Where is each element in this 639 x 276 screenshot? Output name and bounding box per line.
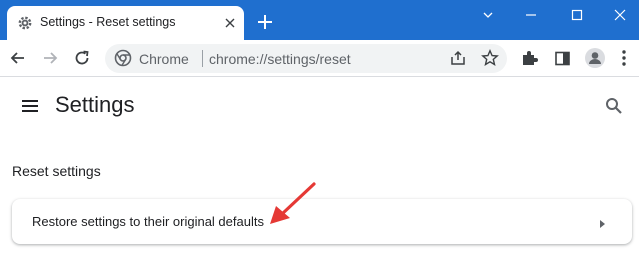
omnibox-url[interactable]: chrome://settings/reset <box>209 51 351 67</box>
kebab-menu-icon[interactable] <box>618 48 630 68</box>
annotation-arrow <box>262 178 322 228</box>
reload-icon[interactable] <box>72 48 92 68</box>
restore-defaults-row[interactable]: Restore settings to their original defau… <box>12 199 632 244</box>
chrome-logo-icon <box>114 49 132 67</box>
page-title: Settings <box>55 92 135 117</box>
hamburger-menu-icon[interactable] <box>20 96 40 116</box>
forward-icon[interactable] <box>40 48 60 68</box>
settings-header: Settings <box>0 78 639 134</box>
active-tab[interactable]: Settings - Reset settings <box>7 6 244 40</box>
browser-toolbar: Chrome chrome://settings/reset <box>0 40 639 77</box>
side-panel-icon[interactable] <box>553 49 572 68</box>
new-tab-icon[interactable] <box>255 12 275 32</box>
omnibox[interactable]: Chrome chrome://settings/reset <box>105 44 507 73</box>
gear-icon <box>17 15 33 31</box>
restore-defaults-label: Restore settings to their original defau… <box>32 214 264 229</box>
arrow-right-icon <box>597 216 607 228</box>
title-bar: Settings - Reset settings <box>0 0 639 40</box>
search-icon[interactable] <box>604 96 624 116</box>
window-close-icon[interactable] <box>600 0 639 30</box>
chevron-down-icon[interactable] <box>465 0 511 30</box>
maximize-icon[interactable] <box>554 0 600 30</box>
omnibox-separator <box>202 50 203 67</box>
back-icon[interactable] <box>8 48 28 68</box>
profile-icon[interactable] <box>584 47 606 69</box>
extensions-icon[interactable] <box>520 49 539 68</box>
omnibox-site-label: Chrome <box>139 51 189 67</box>
share-icon[interactable] <box>449 49 467 67</box>
close-icon[interactable] <box>222 15 238 31</box>
minimize-icon[interactable] <box>508 0 554 30</box>
section-title: Reset settings <box>12 163 101 179</box>
tab-title: Settings - Reset settings <box>40 15 176 29</box>
star-icon[interactable] <box>481 49 499 67</box>
